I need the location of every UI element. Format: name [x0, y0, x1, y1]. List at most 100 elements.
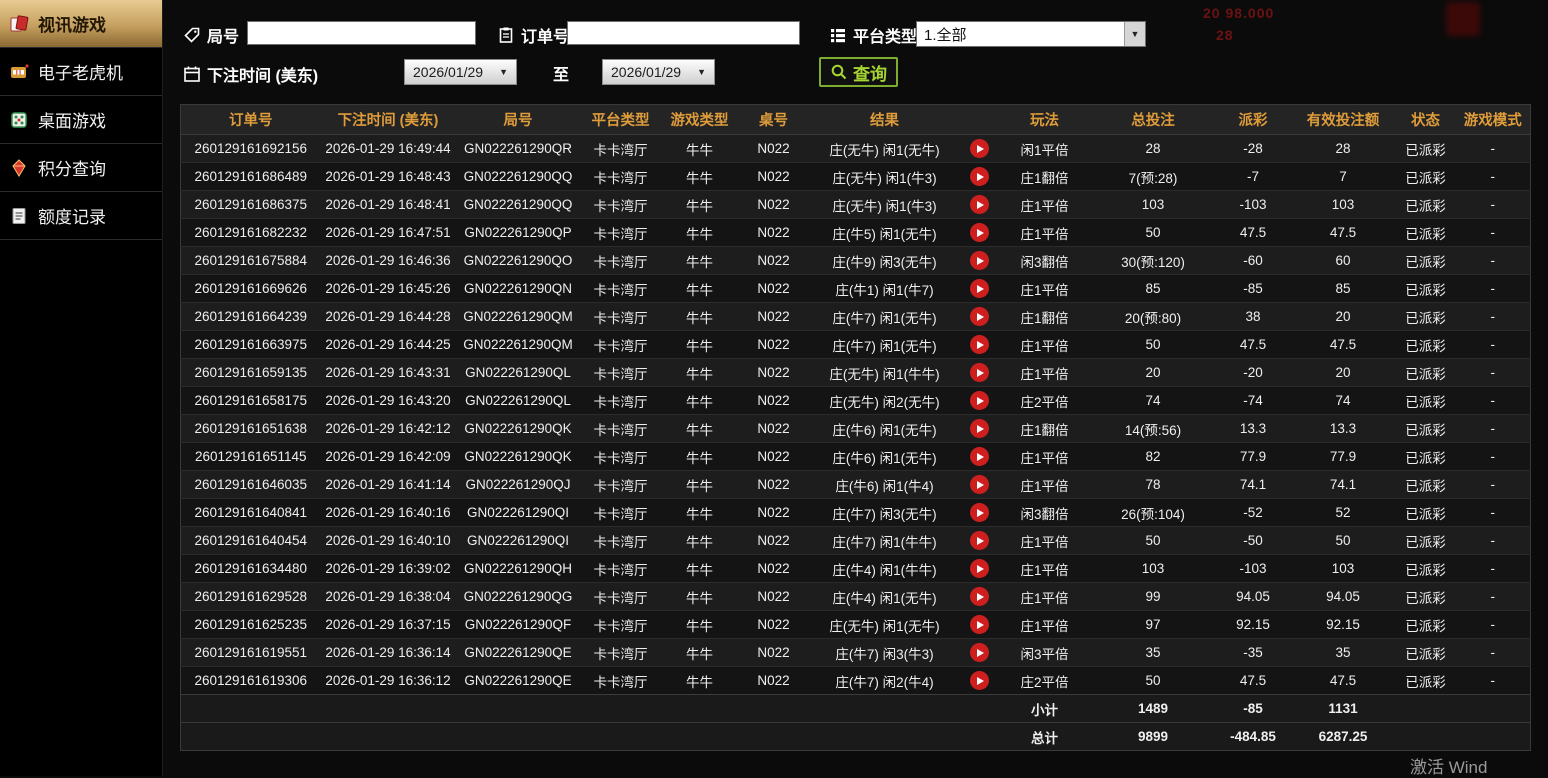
play-video-icon[interactable] [970, 307, 989, 326]
sidebar-item-quota-records[interactable]: 额度记录 [0, 192, 162, 240]
play-video-icon[interactable] [970, 503, 989, 522]
cell-order-id: 260129161646035 [180, 470, 321, 499]
play-video-icon[interactable] [970, 335, 989, 354]
table-header-row: 订单号 下注时间 (美东) 局号 平台类型 游戏类型 桌号 结果 玩法 总投注 派彩 有效投注额 状态… [180, 104, 1531, 135]
sidebar-item-label: 视讯游戏 [38, 16, 106, 35]
cell-round-id: GN022261290QF [455, 610, 581, 639]
cell-bet-time: 2026-01-29 16:44:28 [320, 302, 456, 331]
cell-table-no: N022 [738, 330, 809, 359]
cell-table-no: N022 [738, 414, 809, 443]
cell-replay [960, 134, 999, 163]
sidebar-item-slot-machines[interactable]: 电子老虎机 [0, 48, 162, 96]
play-video-icon[interactable] [970, 167, 989, 186]
cell-total-bet: 103 [1090, 554, 1216, 583]
cell-platform-type: 卡卡湾厅 [580, 274, 661, 303]
cell-game-mode: - [1455, 218, 1531, 247]
date-to-picker[interactable]: 2026/01/29 ▼ [602, 59, 715, 85]
cell-order-id: 260129161686375 [180, 190, 321, 219]
cell-game-mode: - [1455, 526, 1531, 555]
cell-result: 庄(牛1) 闲1(牛7) [808, 274, 961, 303]
play-video-icon[interactable] [970, 419, 989, 438]
cell-payout: 47.5 [1215, 666, 1291, 695]
play-video-icon[interactable] [970, 223, 989, 242]
cell-replay [960, 274, 999, 303]
cell-replay [960, 470, 999, 499]
play-video-icon[interactable] [970, 615, 989, 634]
cell-valid-bet: 92.15 [1290, 610, 1396, 639]
cell-platform-type: 卡卡湾厅 [580, 330, 661, 359]
cell-platform-type: 卡卡湾厅 [580, 554, 661, 583]
column-header: 派彩 [1215, 104, 1291, 135]
search-button[interactable]: 查询 [819, 57, 898, 87]
cell-status: 已派彩 [1395, 246, 1456, 275]
round-number-input[interactable] [247, 21, 476, 45]
calendar-icon [183, 65, 201, 83]
date-to-value: 2026/01/29 [611, 64, 682, 80]
column-header: 有效投注额 [1290, 104, 1396, 135]
cell-order-id: 260129161629528 [180, 582, 321, 611]
cell-replay [960, 190, 999, 219]
play-video-icon[interactable] [970, 251, 989, 270]
play-video-icon[interactable] [970, 139, 989, 158]
play-video-icon[interactable] [970, 531, 989, 550]
table-row: 260129161664239 2026-01-29 16:44:28 GN0222… [180, 302, 1531, 331]
cell-table-no: N022 [738, 498, 809, 527]
cell-round-id: GN022261290QL [455, 358, 581, 387]
cell-order-id: 260129161664239 [180, 302, 321, 331]
cell-table-no: N022 [738, 302, 809, 331]
cell-result: 庄(无牛) 闲1(牛牛) [808, 358, 961, 387]
subtotal-row: 小计 1489 -85 1131 [180, 694, 1531, 723]
column-header: 游戏模式 [1455, 104, 1531, 135]
play-video-icon[interactable] [970, 391, 989, 410]
play-video-icon[interactable] [970, 447, 989, 466]
cell-replay [960, 218, 999, 247]
cell-result: 庄(牛7) 闲3(牛3) [808, 638, 961, 667]
cell-payout: -7 [1215, 162, 1291, 191]
cell-result: 庄(牛7) 闲2(牛4) [808, 666, 961, 695]
sidebar-item-table-games[interactable]: 桌面游戏 [0, 96, 162, 144]
play-video-icon[interactable] [970, 643, 989, 662]
table-row: 260129161646035 2026-01-29 16:41:14 GN0222… [180, 470, 1531, 499]
cell-replay [960, 442, 999, 471]
cell-game-type: 牛牛 [660, 190, 739, 219]
cell-bet-time: 2026-01-29 16:46:36 [320, 246, 456, 275]
cell-round-id: GN022261290QE [455, 638, 581, 667]
sidebar-item-label: 桌面游戏 [38, 112, 106, 131]
cell-play-method: 庄2平倍 [998, 666, 1091, 695]
table-row: 260129161640454 2026-01-29 16:40:10 GN0222… [180, 526, 1531, 555]
play-video-icon[interactable] [970, 279, 989, 298]
cell-result: 庄(无牛) 闲2(无牛) [808, 386, 961, 415]
play-video-icon[interactable] [970, 671, 989, 690]
ledger-icon [9, 206, 29, 226]
bet-records-table: 订单号 下注时间 (美东) 局号 平台类型 游戏类型 桌号 结果 玩法 总投注 派彩 有效投注额 状态… [180, 104, 1531, 751]
play-video-icon[interactable] [970, 559, 989, 578]
cell-replay [960, 246, 999, 275]
cell-play-method: 闲3翻倍 [998, 246, 1091, 275]
play-video-icon[interactable] [970, 475, 989, 494]
cell-payout: 74.1 [1215, 470, 1291, 499]
order-number-input[interactable] [567, 21, 800, 45]
cell-platform-type: 卡卡湾厅 [580, 162, 661, 191]
play-video-icon[interactable] [970, 587, 989, 606]
table-row: 260129161651638 2026-01-29 16:42:12 GN0222… [180, 414, 1531, 443]
total-row-valid-bet: 6287.25 [1290, 722, 1396, 751]
cell-play-method: 庄1翻倍 [998, 162, 1091, 191]
cell-total-bet: 35 [1090, 638, 1216, 667]
platform-type-select[interactable]: 1.全部 ▼ [916, 21, 1146, 47]
sidebar-item-label: 额度记录 [38, 208, 106, 227]
column-header: 下注时间 (美东) [320, 104, 456, 135]
sidebar-item-points-query[interactable]: 积分查询 [0, 144, 162, 192]
sidebar-item-video-games[interactable]: 视讯游戏 [0, 0, 162, 48]
column-header-replay [960, 104, 999, 135]
play-video-icon[interactable] [970, 195, 989, 214]
table-row: 260129161669626 2026-01-29 16:45:26 GN0222… [180, 274, 1531, 303]
cell-payout: -52 [1215, 498, 1291, 527]
table-row: 260129161625235 2026-01-29 16:37:15 GN0222… [180, 610, 1531, 639]
cell-total-bet: 78 [1090, 470, 1216, 499]
cell-total-bet: 103 [1090, 190, 1216, 219]
bet-time-label: 下注时间 (美东) [207, 68, 319, 85]
cell-game-mode: - [1455, 666, 1531, 695]
date-from-picker[interactable]: 2026/01/29 ▼ [404, 59, 517, 85]
play-video-icon[interactable] [970, 363, 989, 382]
date-from-value: 2026/01/29 [413, 64, 484, 80]
